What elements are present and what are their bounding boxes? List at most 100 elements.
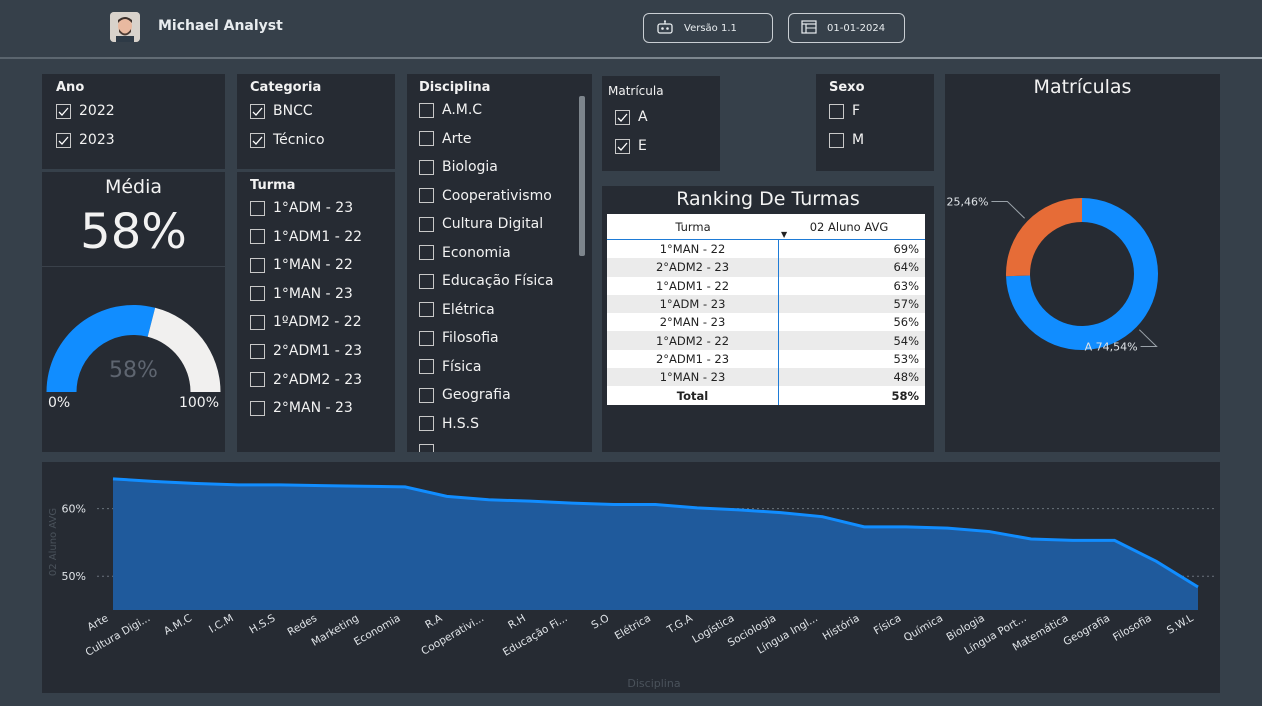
slicer-item[interactable]: Cooperativismo: [419, 188, 552, 204]
column-header-avg[interactable]: 02 Aluno AVG ▼: [779, 214, 925, 240]
checkbox[interactable]: [615, 109, 630, 125]
data-point[interactable]: [736, 507, 742, 513]
checkbox[interactable]: [419, 102, 434, 118]
table-row[interactable]: 2°ADM2 - 23 64%: [607, 258, 925, 277]
table-row[interactable]: 1°ADM1 - 22 63%: [607, 276, 925, 295]
checkbox[interactable]: [419, 273, 434, 289]
data-point[interactable]: [945, 525, 951, 531]
slicer-item[interactable]: Elétrica: [419, 302, 495, 318]
data-point[interactable]: [277, 482, 283, 488]
checkbox[interactable]: [250, 257, 265, 273]
checkbox[interactable]: [419, 216, 434, 232]
data-point[interactable]: [861, 524, 867, 530]
slicer-item[interactable]: Geografia: [419, 387, 511, 403]
slicer-item[interactable]: Economia: [419, 245, 511, 261]
slicer-ano-item[interactable]: 2023: [56, 132, 115, 148]
data-point[interactable]: [152, 479, 158, 485]
slicer-item[interactable]: A.M.C: [419, 102, 482, 118]
slicer-ano-item[interactable]: 2022: [56, 103, 115, 119]
data-point[interactable]: [1028, 536, 1034, 542]
checkbox[interactable]: [250, 132, 265, 148]
data-point[interactable]: [402, 484, 408, 490]
checkbox[interactable]: [419, 444, 434, 452]
slicer-item[interactable]: H.S.S: [419, 416, 479, 432]
checkbox[interactable]: [419, 159, 434, 175]
slicer-item[interactable]: 2°ADM1 - 23: [250, 343, 362, 359]
checkbox[interactable]: [250, 372, 265, 388]
slicer-item[interactable]: Filosofia: [419, 330, 499, 346]
slicer-sexo-item[interactable]: M: [829, 132, 864, 148]
checkbox[interactable]: [250, 103, 265, 119]
sort-desc-icon[interactable]: ▼: [781, 230, 787, 239]
slicer-item[interactable]: Cultura Digital: [419, 216, 543, 232]
data-point[interactable]: [235, 482, 241, 488]
table-row[interactable]: 1°ADM2 - 22 54%: [607, 331, 925, 350]
checkbox[interactable]: [250, 200, 265, 216]
data-point[interactable]: [110, 476, 116, 482]
data-point[interactable]: [1070, 537, 1076, 543]
data-point[interactable]: [986, 529, 992, 535]
checkbox[interactable]: [419, 302, 434, 317]
table-row[interactable]: 2°MAN - 23 56%: [607, 313, 925, 332]
slicer-item[interactable]: Biologia: [419, 159, 498, 175]
checkbox[interactable]: [829, 132, 844, 148]
data-point[interactable]: [1112, 537, 1118, 543]
checkbox[interactable]: [615, 138, 630, 154]
data-point[interactable]: [653, 502, 659, 508]
version-button[interactable]: Versão 1.1: [643, 13, 773, 43]
data-point[interactable]: [569, 500, 575, 506]
table-row[interactable]: 1°ADM - 23 57%: [607, 294, 925, 314]
slicer-item[interactable]: 2°MAN - 23: [250, 400, 353, 416]
checkbox[interactable]: [419, 131, 434, 146]
slicer-item-label: Arte: [442, 130, 472, 147]
data-point[interactable]: [903, 524, 909, 530]
slicer-sexo-item[interactable]: F: [829, 103, 860, 119]
data-point[interactable]: [611, 502, 617, 508]
slicer-item[interactable]: 1°MAN - 23: [250, 286, 353, 302]
checkbox[interactable]: [419, 188, 434, 203]
slicer-categoria-item[interactable]: Técnico: [250, 132, 325, 148]
slicer-matricula-item[interactable]: A: [615, 109, 648, 125]
data-point[interactable]: [819, 514, 825, 520]
date-button[interactable]: 01-01-2024: [788, 13, 905, 43]
disciplina-scrollbar[interactable]: [579, 96, 585, 256]
checkbox[interactable]: [419, 359, 434, 374]
data-point[interactable]: [527, 498, 533, 504]
checkbox[interactable]: [250, 343, 265, 359]
checkbox[interactable]: [250, 314, 265, 330]
data-point[interactable]: [778, 510, 784, 516]
table-row[interactable]: 1°MAN - 22 69%: [607, 240, 925, 259]
data-point[interactable]: [193, 481, 199, 487]
table-row[interactable]: 2°ADM1 - 23 53%: [607, 349, 925, 369]
data-point[interactable]: [486, 497, 492, 503]
slicer-item[interactable]: 1ºADM2 - 22: [250, 314, 362, 330]
slicer-matricula-item[interactable]: E: [615, 138, 647, 154]
data-point[interactable]: [1153, 558, 1159, 564]
slicer-item[interactable]: Arte: [419, 131, 471, 147]
slicer-item[interactable]: Física: [419, 359, 481, 375]
checkbox[interactable]: [250, 229, 265, 245]
checkbox[interactable]: [419, 330, 434, 346]
slicer-item[interactable]: Educação Física: [419, 273, 554, 289]
slicer-item[interactable]: 2°ADM2 - 23: [250, 372, 362, 388]
checkbox[interactable]: [419, 245, 434, 260]
table-row[interactable]: 1°MAN - 23 48%: [607, 368, 925, 387]
checkbox[interactable]: [829, 103, 844, 119]
data-point[interactable]: [1195, 584, 1201, 590]
checkbox[interactable]: [419, 416, 434, 431]
checkbox[interactable]: [419, 387, 434, 403]
column-header-turma[interactable]: Turma: [607, 214, 779, 239]
donut-slice-E[interactable]: [1006, 198, 1082, 277]
data-point[interactable]: [444, 493, 450, 499]
data-point[interactable]: [360, 483, 366, 489]
data-point[interactable]: [694, 505, 700, 511]
slicer-item[interactable]: 1°MAN - 22: [250, 257, 353, 273]
slicer-item[interactable]: 1°ADM1 - 22: [250, 229, 362, 245]
data-point[interactable]: [319, 483, 325, 489]
checkbox[interactable]: [56, 103, 71, 119]
slicer-item[interactable]: 1°ADM - 23: [250, 200, 353, 216]
checkbox[interactable]: [56, 132, 71, 148]
slicer-categoria-item[interactable]: BNCC: [250, 103, 313, 119]
checkbox[interactable]: [250, 286, 265, 302]
checkbox[interactable]: [250, 400, 265, 416]
